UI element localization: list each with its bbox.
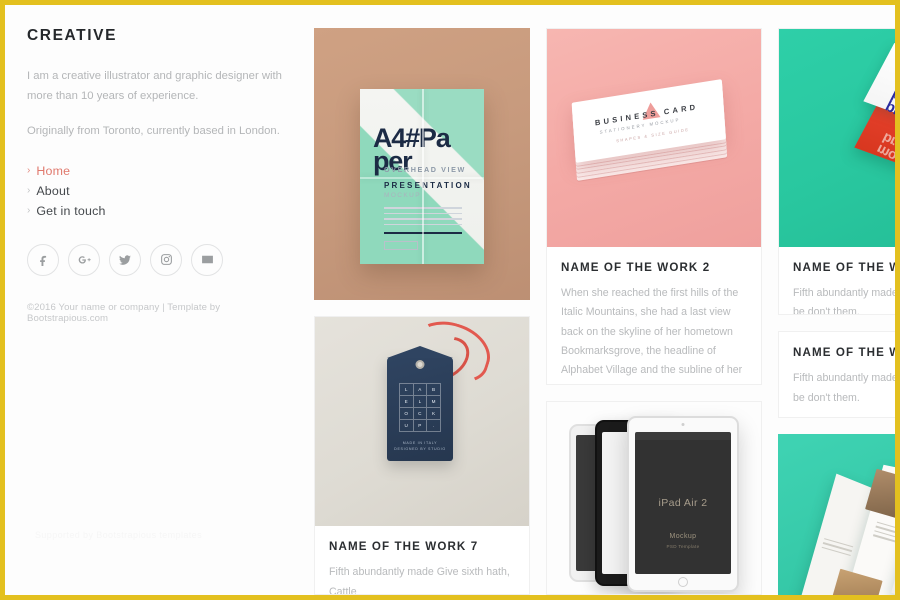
tag-letter: K (427, 408, 441, 421)
google-plus-icon[interactable] (68, 243, 100, 276)
card-title: NAME OF THE WORK (793, 346, 895, 360)
card-body: NAME OF THE WORK 2 When she reached the … (547, 247, 761, 384)
social-links (27, 243, 292, 276)
ipad-air-mockup-thumb[interactable]: iPad Air 2 Mockup PSD Template (547, 401, 761, 594)
a4-presentation-label: PRESENTATION (384, 181, 472, 190)
sidebar-item-about[interactable]: › About (27, 184, 292, 198)
twitter-icon[interactable] (109, 243, 141, 276)
sidebar-item-home[interactable]: › Home (27, 164, 292, 178)
portfolio-column-2: BUSINESS CARD STATIONERY MOCKUP SHAPES &… (546, 28, 762, 595)
ipad-status-bar (635, 431, 731, 440)
business-card-mockup-thumb[interactable]: BUSINESS CARD STATIONERY MOCKUP SHAPES &… (547, 29, 761, 247)
card-body: NAME OF THE WORK Fifth abundantly made G… (779, 247, 895, 316)
ipad-home-button (678, 576, 688, 587)
sidebar-nav: › Home › About › Get in touch (27, 164, 292, 218)
tag-body-art: L A B E L M O C K U P . MADE IN ITALY DE… (387, 357, 453, 462)
tag-letter: C (413, 408, 428, 421)
tag-letter: P (413, 420, 428, 433)
sidebar-item-label: Home (36, 163, 71, 178)
portfolio-card-brochure[interactable]: Connect UsGet in Touch (778, 434, 895, 595)
tag-letter: O (400, 408, 414, 421)
tag-letter: A (413, 384, 428, 397)
ipad-device-label: iPad Air 2 (658, 497, 708, 510)
chevron-right-icon: › (27, 164, 31, 176)
business-card-stack-art: BUSINESS CARD STATIONERY MOCKUP SHAPES &… (571, 79, 728, 181)
browser-viewport: CREATIVE I am a creative illustrator and… (5, 5, 895, 595)
a4-paper-mockup-thumb[interactable]: A4#Paper OVERHEAD VIEW PRESENTATION MOCK… (314, 28, 530, 301)
a4-overline: OVERHEAD VIEW (384, 165, 466, 174)
tag-letter: L (400, 384, 414, 397)
portfolio-column-1: A4#Paper OVERHEAD VIEW PRESENTATION MOCK… (314, 28, 530, 595)
portfolio-column-3: grapapbran mocbra NAME OF THE WORK Fifth… (778, 28, 895, 595)
card-title: NAME OF THE WORK 2 (561, 261, 711, 274)
tag-letter: E (400, 396, 414, 409)
tag-letter: L (413, 396, 428, 409)
card-description: Fifth abundantly made Give creature i be… (793, 372, 895, 404)
background-watermark: Supported by Bootstrapious templates (35, 530, 202, 540)
card-description: Fifth abundantly made Give sixth hath, C… (329, 566, 510, 595)
portfolio-grid: A4#Paper OVERHEAD VIEW PRESENTATION MOCK… (314, 5, 895, 595)
a4-vertical-fold (422, 89, 424, 264)
a4-mockup-label: MOCKUP (384, 192, 421, 199)
sidebar-item-label: About (36, 183, 70, 198)
a4-sheet-art: A4#Paper OVERHEAD VIEW PRESENTATION MOCK… (360, 89, 484, 264)
tag-footer-text: MADE IN ITALY DESIGNED BY STUDIO (387, 440, 453, 452)
tag-letter: B (427, 384, 441, 397)
ipad-front-device: iPad Air 2 Mockup PSD Template (627, 415, 739, 592)
card-body: NAME OF THE WORK Fifth abundantly made G… (779, 332, 895, 417)
bio-paragraph-1: I am a creative illustrator and graphic … (27, 70, 282, 102)
chevron-right-icon: › (27, 204, 31, 216)
tag-letter: M (427, 396, 441, 409)
email-icon[interactable] (191, 243, 223, 276)
sidebar-item-label: Get in touch (36, 203, 106, 218)
card-title: NAME OF THE WORK 7 (329, 540, 479, 554)
sidebar: CREATIVE I am a creative illustrator and… (5, 5, 314, 595)
trifold-brochure-mockup-thumb[interactable]: Connect UsGet in Touch (778, 434, 895, 595)
card-description: When she reached the first hills of the … (561, 287, 743, 384)
facebook-icon[interactable] (27, 243, 59, 276)
portfolio-card-a4-paper[interactable]: A4#Paper OVERHEAD VIEW PRESENTATION MOCK… (314, 28, 530, 301)
chevron-right-icon: › (27, 184, 31, 196)
portfolio-card-work-2[interactable]: BUSINESS CARD STATIONERY MOCKUP SHAPES &… (546, 28, 762, 385)
tag-footer-line-2: DESIGNED BY STUDIO (394, 447, 446, 452)
tag-eyelet (415, 360, 425, 370)
page-title: CREATIVE (27, 27, 118, 44)
tag-letter: U (400, 420, 414, 433)
tag-letter: . (427, 420, 441, 433)
card-body: NAME OF THE WORK 7 Fifth abundantly made… (315, 526, 529, 595)
folded-paper-mockup-thumb[interactable]: grapapbran mocbra (779, 29, 895, 247)
portfolio-card-ipad[interactable]: iPad Air 2 Mockup PSD Template (546, 400, 762, 595)
ipad-camera-dot (681, 422, 685, 426)
hang-tag-mockup-thumb[interactable]: L A B E L M O C K U P . MADE IN ITALY DE… (315, 317, 529, 527)
card-title: NAME OF THE WORK (793, 261, 895, 274)
tag-letter-grid: L A B E L M O C K U P . (399, 383, 441, 433)
ipad-sub-label-2: PSD Template (666, 543, 700, 549)
portfolio-card-folded-paper[interactable]: grapapbran mocbra NAME OF THE WORK Fifth… (778, 28, 895, 316)
footer-credit: ©2016 Your name or company | Template by… (27, 301, 221, 324)
card-description: Fifth abundantly made Give creature i be… (793, 287, 895, 316)
portfolio-card-text-only[interactable]: NAME OF THE WORK Fifth abundantly made G… (778, 331, 895, 419)
portfolio-card-work-7[interactable]: L A B E L M O C K U P . MADE IN ITALY DE… (314, 316, 530, 595)
bio-paragraph-2: Originally from Toronto, currently based… (27, 125, 280, 138)
sidebar-item-get-in-touch[interactable]: › Get in touch (27, 204, 292, 218)
instagram-icon[interactable] (150, 243, 182, 276)
ipad-sub-label: Mockup (669, 532, 697, 540)
ipad-screen: iPad Air 2 Mockup PSD Template (635, 431, 731, 574)
a4-button-shape (384, 241, 418, 250)
